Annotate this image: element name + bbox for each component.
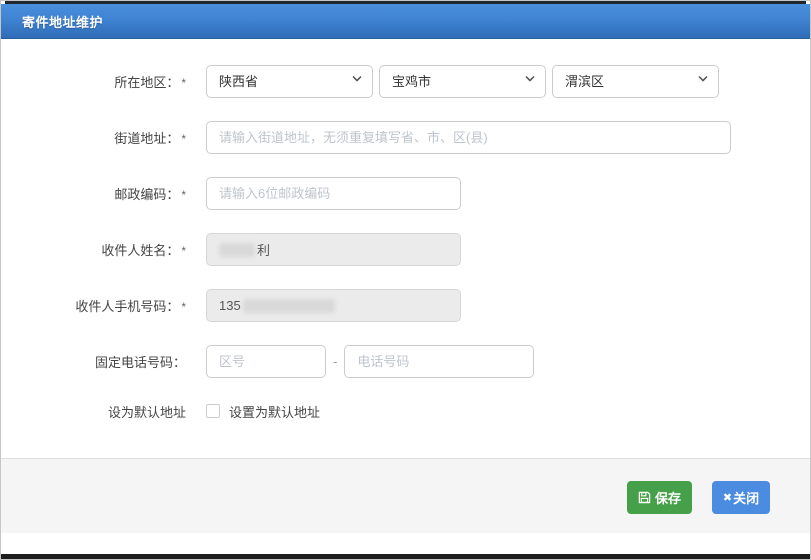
dash-separator: - bbox=[333, 354, 337, 369]
address-maintenance-dialog: 寄件地址维护 所在地区：* 陕西省 宝鸡市 bbox=[0, 0, 811, 560]
redacted-text-blur bbox=[243, 299, 335, 313]
recipient-mobile-visible-text: 135 bbox=[219, 298, 241, 313]
landline-label: 固定电话号码： bbox=[1, 352, 186, 371]
street-address-input[interactable] bbox=[206, 121, 731, 154]
phone-number-input[interactable] bbox=[344, 345, 534, 378]
dialog-header: 寄件地址维护 bbox=[1, 4, 810, 39]
default-address-label: 设为默认地址 bbox=[1, 402, 186, 421]
close-button-label: 关闭 bbox=[733, 488, 759, 507]
postcode-label: 邮政编码：* bbox=[1, 184, 186, 203]
recipient-name-label: 收件人姓名：* bbox=[1, 240, 186, 259]
required-asterisk: * bbox=[181, 132, 186, 146]
dialog-footer: 保存 ✖ 关闭 bbox=[1, 458, 810, 533]
recipient-mobile-field: 135 bbox=[206, 289, 461, 322]
province-select[interactable]: 陕西省 bbox=[206, 65, 373, 98]
street-label: 街道地址：* bbox=[1, 128, 186, 147]
required-asterisk: * bbox=[181, 76, 186, 90]
default-address-row: 设为默认地址 设置为默认地址 bbox=[1, 401, 810, 421]
recipient-mobile-row: 收件人手机号码：* 135 bbox=[1, 289, 810, 322]
recipient-name-row: 收件人姓名：* 利 bbox=[1, 233, 810, 266]
dialog-title: 寄件地址维护 bbox=[22, 12, 103, 31]
default-address-checkbox-label[interactable]: 设置为默认地址 bbox=[229, 402, 320, 421]
area-code-input[interactable] bbox=[206, 345, 326, 378]
region-row: 所在地区：* 陕西省 宝鸡市 渭滨区 bbox=[1, 65, 810, 98]
floppy-save-icon bbox=[638, 491, 651, 504]
postcode-row: 邮政编码：* bbox=[1, 177, 810, 210]
landline-row: 固定电话号码： - bbox=[1, 345, 810, 378]
street-row: 街道地址：* bbox=[1, 121, 810, 154]
region-label: 所在地区：* bbox=[1, 72, 186, 91]
bottom-dark-bar bbox=[1, 554, 810, 560]
required-asterisk: * bbox=[181, 300, 186, 314]
bottom-white-strip bbox=[1, 533, 810, 554]
district-select[interactable]: 渭滨区 bbox=[552, 65, 719, 98]
save-button-label: 保存 bbox=[655, 488, 681, 507]
close-x-icon: ✖ bbox=[723, 491, 732, 504]
recipient-name-visible-text: 利 bbox=[257, 240, 270, 259]
redacted-text-blur bbox=[219, 243, 255, 257]
required-asterisk: * bbox=[181, 188, 186, 202]
recipient-name-field: 利 bbox=[206, 233, 461, 266]
city-select[interactable]: 宝鸡市 bbox=[379, 65, 546, 98]
recipient-mobile-label: 收件人手机号码：* bbox=[1, 296, 186, 315]
save-button[interactable]: 保存 bbox=[627, 481, 692, 514]
form-body: 所在地区：* 陕西省 宝鸡市 渭滨区 bbox=[1, 39, 810, 458]
close-button[interactable]: ✖ 关闭 bbox=[712, 481, 770, 514]
default-address-checkbox[interactable] bbox=[206, 404, 220, 418]
required-asterisk: * bbox=[181, 244, 186, 258]
postcode-input[interactable] bbox=[206, 177, 461, 210]
